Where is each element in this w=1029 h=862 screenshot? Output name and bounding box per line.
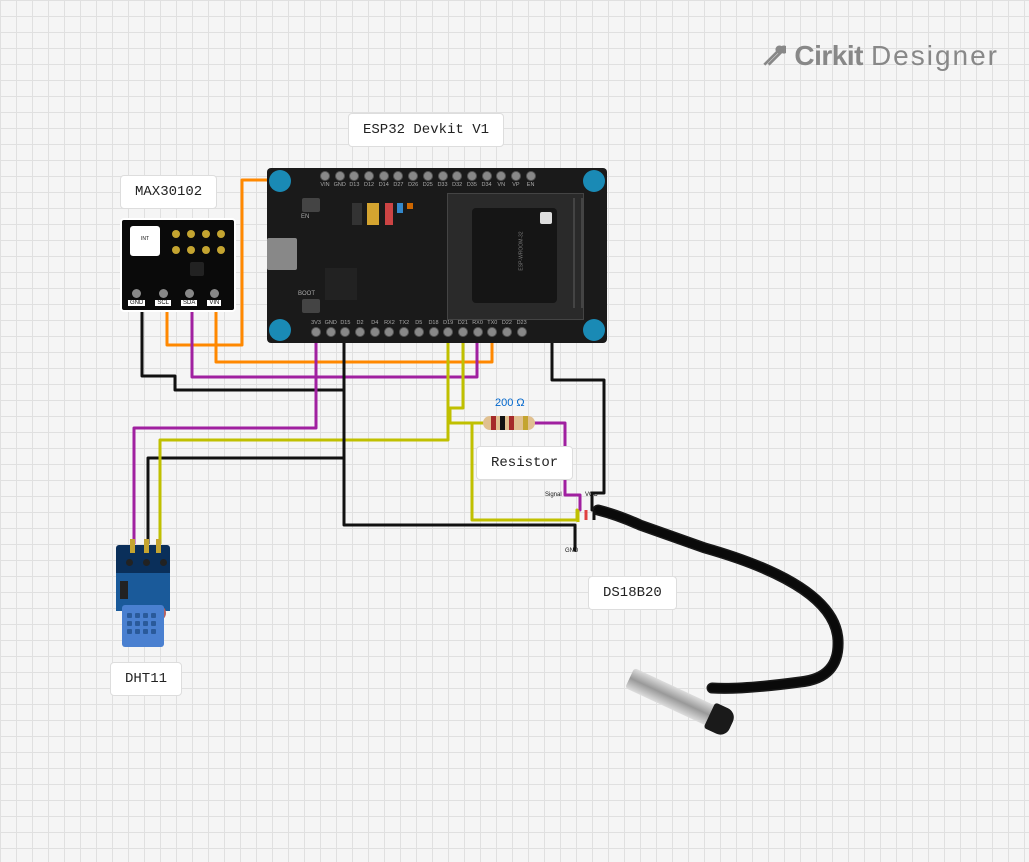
esp-pin-d18: D18 <box>428 320 440 340</box>
esp-pin-d5: D5 <box>413 320 425 340</box>
label-max30102: MAX30102 <box>120 175 217 209</box>
esp-pin-d19: D19 <box>442 320 454 340</box>
label-resistor: Resistor <box>476 446 573 480</box>
esp-pin-d4: D4 <box>369 320 381 340</box>
esp-pin-en: EN <box>525 171 537 191</box>
esp-pin-d22: D22 <box>501 320 513 340</box>
esp32-board: ESP-WROOM-32 EN BOOT VINGNDD13D12D14D27D… <box>267 168 607 343</box>
esp-pin-tx2: TX2 <box>398 320 410 340</box>
esp-pin-rx2: RX2 <box>383 320 395 340</box>
esp-pin-d14: D14 <box>378 171 390 191</box>
esp-pin-rx0: RX0 <box>472 320 484 340</box>
esp-pin-d15: D15 <box>339 320 351 340</box>
esp-pin-d12: D12 <box>363 171 375 191</box>
max-int-pin: INT <box>130 226 160 256</box>
label-esp32: ESP32 Devkit V1 <box>348 113 504 147</box>
esp-pin-d33: D33 <box>437 171 449 191</box>
esp-pin-3v3: 3V3 <box>310 320 322 340</box>
wire <box>160 325 448 536</box>
wiring-layer <box>0 0 1029 862</box>
esp-pin-vin: VIN <box>319 171 331 191</box>
resistor-body <box>483 416 535 430</box>
label-ds18b20: DS18B20 <box>588 576 677 610</box>
esp-pin-d32: D32 <box>451 171 463 191</box>
max30102-module: INT GND SCL SDA VIN <box>120 218 236 312</box>
esp-pin-d21: D21 <box>457 320 469 340</box>
esp-pin-d23: D23 <box>516 320 528 340</box>
esp-pin-gnd: GND <box>334 171 346 191</box>
esp-pin-d35: D35 <box>466 171 478 191</box>
esp-pin-d27: D27 <box>392 171 404 191</box>
esp-pin-d13: D13 <box>348 171 360 191</box>
esp-pin-tx0: TX0 <box>486 320 498 340</box>
esp-pin-vp: VP <box>510 171 522 191</box>
dht11-module <box>116 545 170 647</box>
esp-pin-d34: D34 <box>481 171 493 191</box>
resistor-value-label: 200 Ω <box>495 397 525 409</box>
wire <box>552 325 604 510</box>
esp-pin-d2: D2 <box>354 320 366 340</box>
wire <box>344 325 575 550</box>
esp-pin-d26: D26 <box>407 171 419 191</box>
esp-pin-vn: VN <box>495 171 507 191</box>
label-dht11: DHT11 <box>110 662 182 696</box>
esp-pin-d25: D25 <box>422 171 434 191</box>
esp-pin-gnd: GND <box>325 320 337 340</box>
esp32-chip: ESP-WROOM-32 <box>472 208 557 303</box>
